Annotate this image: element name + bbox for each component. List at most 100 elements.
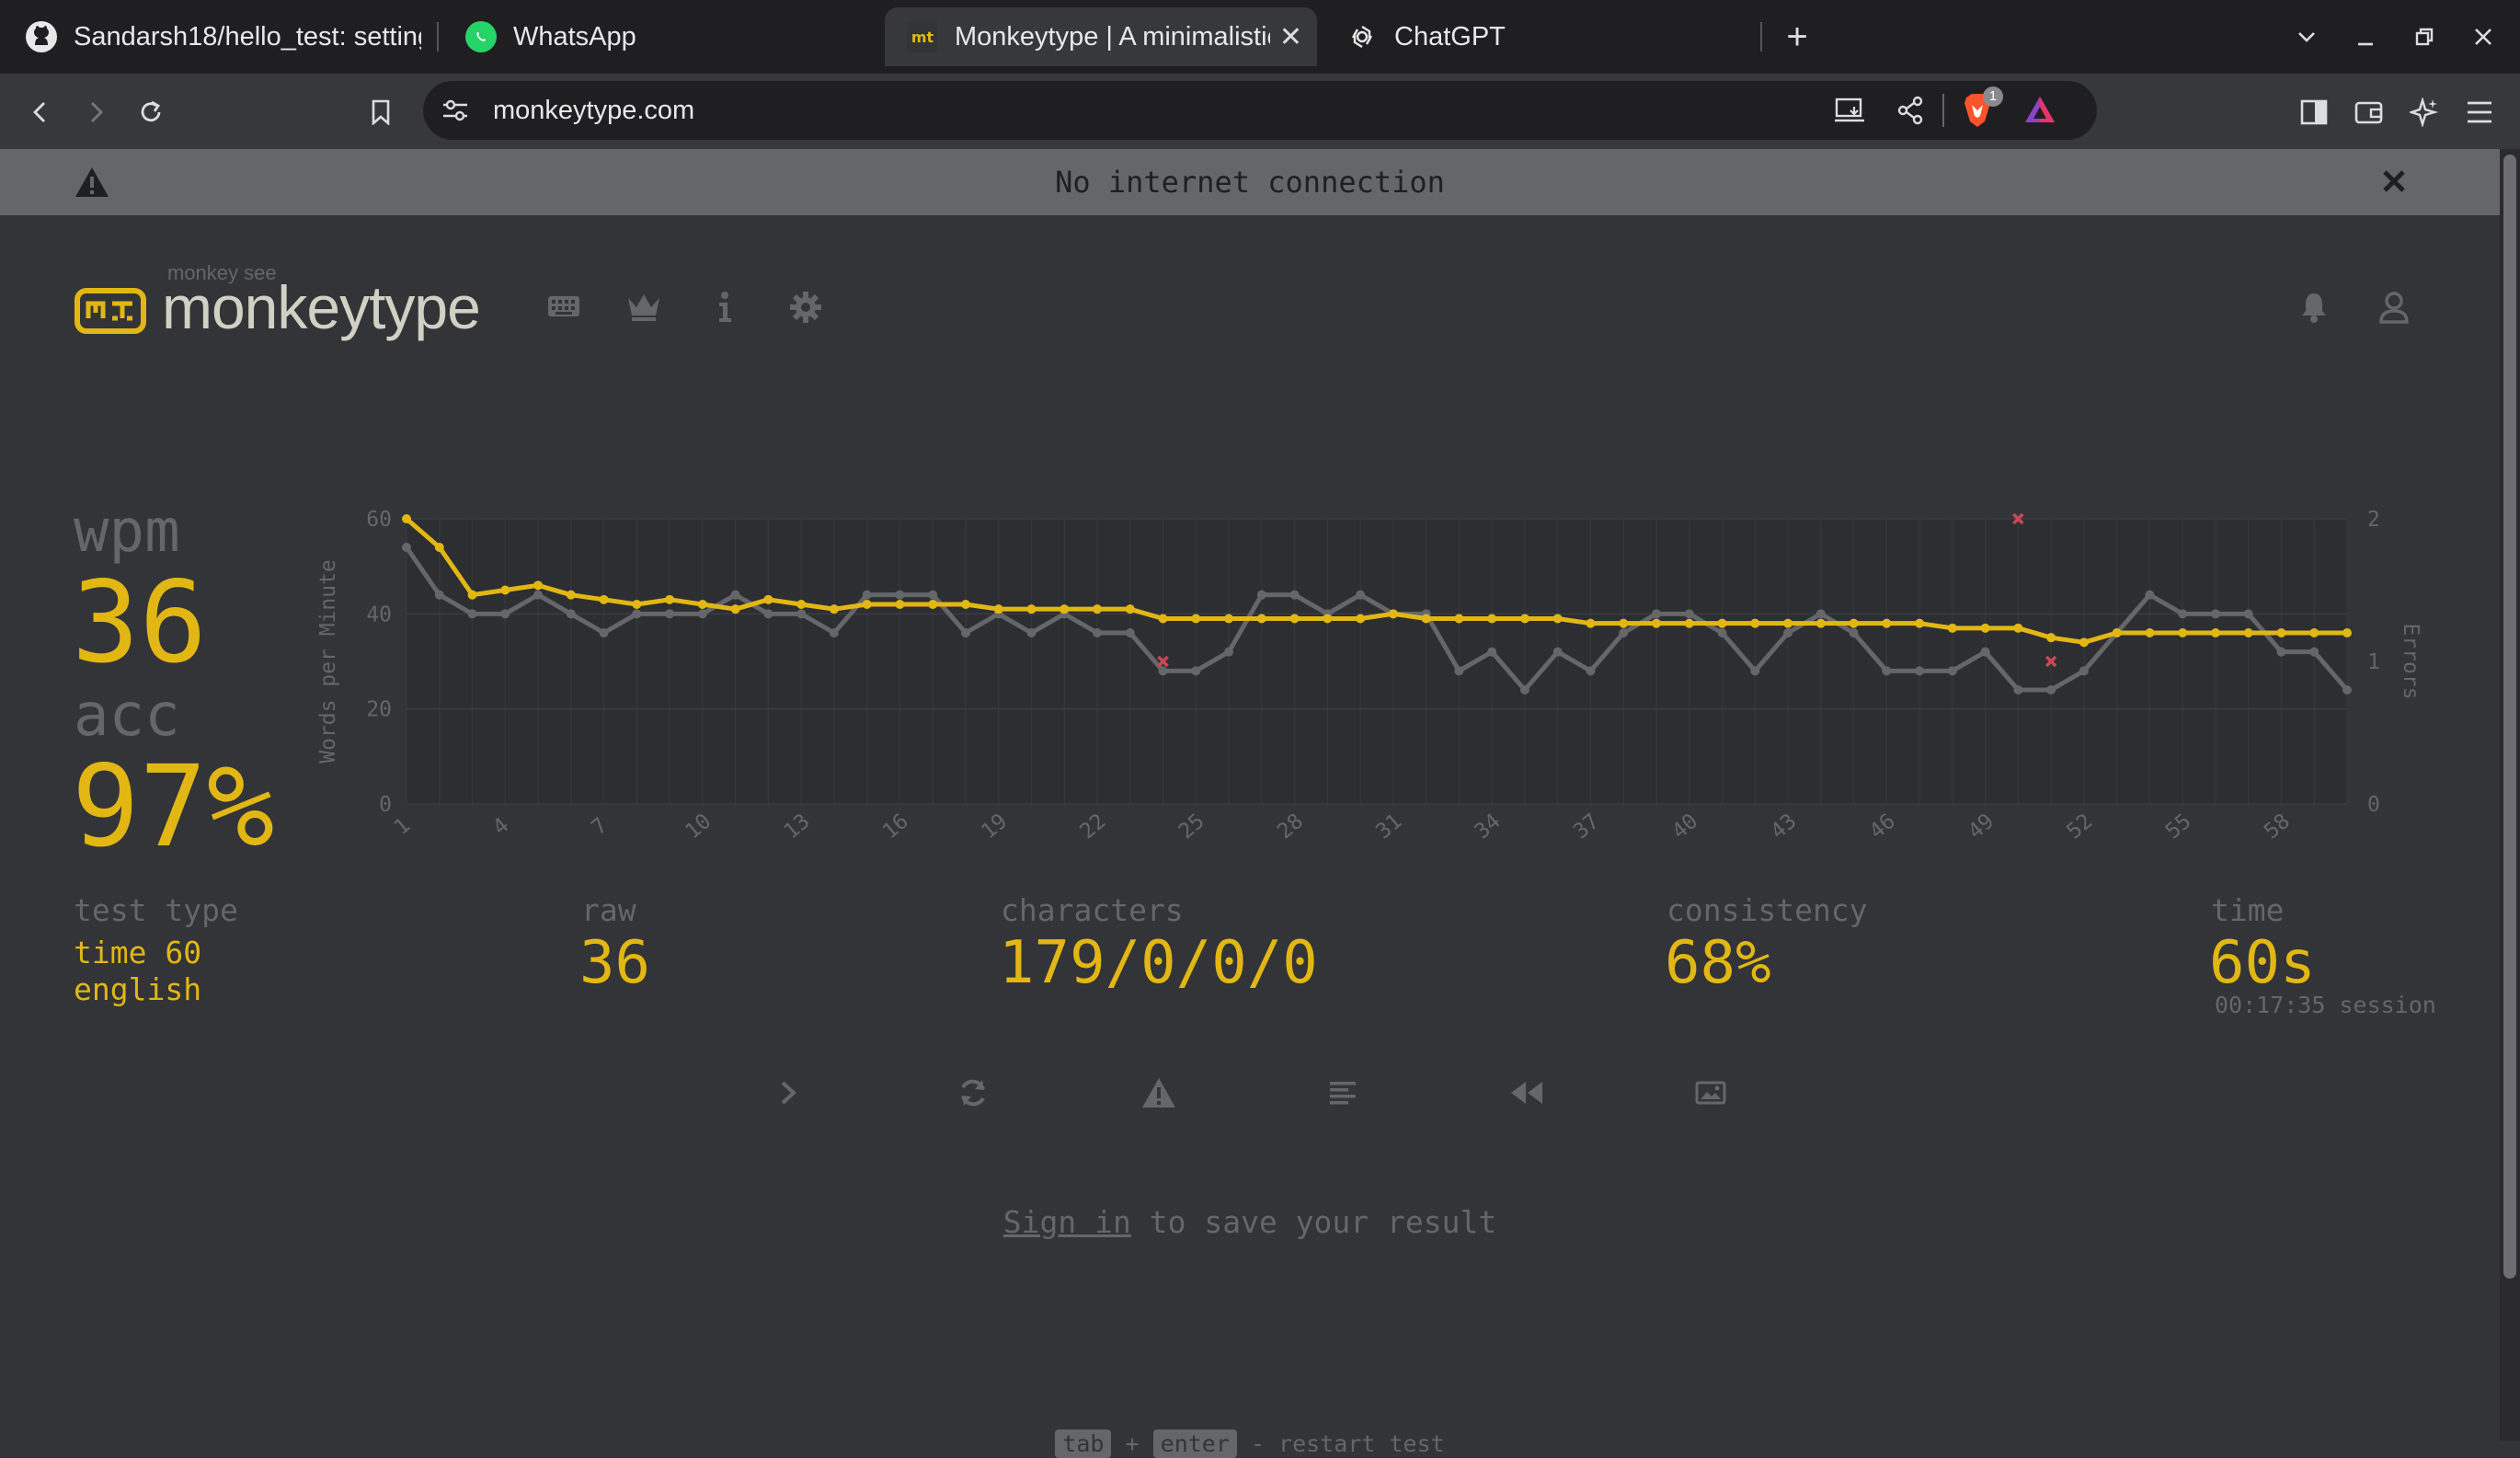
restart-button[interactable] — [945, 1065, 1001, 1120]
back-icon[interactable] — [18, 90, 63, 134]
close-tab-icon[interactable]: ✕ — [1279, 21, 1302, 53]
new-tab-button[interactable]: + — [1775, 15, 1819, 59]
sidebar-toggle-icon[interactable] — [2292, 90, 2336, 134]
wpm-point — [599, 594, 609, 604]
replay-button[interactable] — [1499, 1065, 1554, 1120]
site-settings-icon[interactable] — [441, 98, 469, 128]
wpm-point — [665, 594, 675, 604]
raw-point — [1289, 590, 1300, 600]
restart-icon — [961, 1079, 985, 1107]
wpm-point — [763, 594, 773, 604]
raw-point — [2079, 666, 2089, 676]
wpm-point — [1586, 618, 1596, 628]
next-test-icon — [781, 1081, 796, 1105]
raw-point — [2276, 647, 2286, 657]
raw-point — [1980, 647, 1990, 657]
wpm-point — [2243, 628, 2253, 637]
x-tick-label: 43 — [1767, 809, 1802, 844]
characters-value: 179/0/0/0 — [999, 929, 1318, 997]
raw-point — [796, 609, 807, 619]
browser-tab-chatgpt[interactable]: ChatGPT — [1346, 7, 1733, 66]
user-icon[interactable] — [2378, 291, 2410, 328]
raw-point — [2178, 609, 2188, 619]
wpm-chart: 02040600121 4 7 10 13 16 19 22 25 28 31 34 37 40 43 46 4… — [316, 508, 2423, 844]
next-test-button[interactable] — [762, 1065, 817, 1120]
y-tick-label: 40 — [366, 603, 392, 626]
address-bar[interactable]: monkeytype.com 1 — [423, 81, 2097, 140]
x-tick-label: 4 — [488, 813, 513, 840]
wpm-point — [2079, 637, 2089, 648]
enter-key: enter — [1152, 1429, 1237, 1458]
share-icon[interactable] — [1896, 96, 1924, 130]
restore-window-icon[interactable] — [2402, 15, 2446, 59]
wpm-point — [1882, 618, 1892, 628]
reload-icon[interactable] — [129, 90, 173, 134]
wpm-point — [1256, 614, 1266, 624]
brave-rewards-icon[interactable] — [2023, 94, 2056, 130]
raw-point — [2013, 685, 2023, 695]
raw-point — [533, 590, 544, 600]
x-tick-label: 46 — [1865, 809, 1900, 844]
wpm-point — [434, 543, 444, 552]
raw-point — [632, 609, 642, 619]
raw-point — [960, 628, 970, 637]
raw-point — [1026, 628, 1037, 637]
raw-point — [1619, 628, 1629, 637]
settings-icon[interactable] — [789, 291, 822, 328]
divider — [1942, 94, 1944, 127]
raw-point — [1882, 666, 1892, 676]
wpm-point — [1158, 614, 1168, 624]
replay-icon — [1511, 1082, 1542, 1104]
bookmark-icon[interactable] — [359, 90, 403, 134]
x-tick-label: 58 — [2260, 809, 2295, 844]
screenshot-button[interactable] — [1683, 1065, 1738, 1120]
raw-point — [928, 590, 938, 600]
info-icon[interactable] — [716, 291, 734, 328]
test-type-mode[interactable]: time 60 — [74, 935, 201, 970]
bell-icon[interactable] — [2299, 291, 2329, 328]
signin-link[interactable]: Sign in — [1003, 1204, 1131, 1240]
raw-point — [1454, 666, 1464, 676]
wpm-point — [1849, 618, 1859, 628]
wpm-point — [895, 600, 905, 609]
wallet-icon[interactable] — [2347, 90, 2391, 134]
keyboard-icon[interactable] — [546, 293, 581, 325]
test-type-language[interactable]: english — [74, 971, 201, 1007]
crown-icon[interactable] — [625, 291, 662, 327]
leo-ai-icon[interactable] — [2402, 90, 2446, 134]
wpm-point — [2112, 628, 2122, 637]
close-window-icon[interactable] — [2461, 15, 2505, 59]
y-tick-label: 60 — [366, 508, 392, 532]
x-tick-label: 49 — [1964, 809, 1999, 844]
github-icon — [26, 21, 57, 52]
close-banner-icon[interactable] — [2380, 167, 2408, 200]
minimize-window-icon[interactable] — [2343, 15, 2388, 59]
x-tick-label: 55 — [2161, 809, 2196, 844]
words-history-button[interactable] — [1315, 1065, 1370, 1120]
raw-point — [500, 609, 510, 619]
raw-point — [730, 590, 740, 600]
raw-point — [2309, 647, 2320, 657]
install-app-icon[interactable] — [1834, 96, 1865, 130]
wpm-point — [1947, 623, 1957, 633]
x-tick-label: 34 — [1471, 809, 1506, 844]
browser-tab-whatsapp[interactable]: WhatsApp — [465, 7, 852, 66]
tab-search-chevron-icon[interactable] — [2285, 15, 2329, 59]
raw-point — [1684, 609, 1694, 619]
restart-hint-text: - restart test — [1236, 1430, 1445, 1457]
logo-text: monkeytype — [162, 273, 481, 341]
raw-point — [1849, 628, 1859, 637]
forward-icon[interactable] — [74, 90, 118, 134]
browser-tab-github[interactable]: Sandarsh18/hello_test: settings — [26, 7, 421, 66]
raw-point — [697, 609, 707, 619]
browser-tab-monkeytype[interactable]: mt Monkeytype | A minimalistic typing te… — [885, 7, 1317, 66]
raw-point — [1717, 628, 1727, 637]
wpm-point — [1421, 614, 1431, 624]
raw-point — [1750, 666, 1760, 676]
wpm-point — [1783, 618, 1793, 628]
raw-point — [1125, 628, 1135, 637]
raw-point — [1191, 666, 1201, 676]
report-button[interactable] — [1131, 1065, 1186, 1120]
raw-point — [1224, 647, 1234, 657]
browser-menu-icon[interactable] — [2457, 90, 2502, 134]
